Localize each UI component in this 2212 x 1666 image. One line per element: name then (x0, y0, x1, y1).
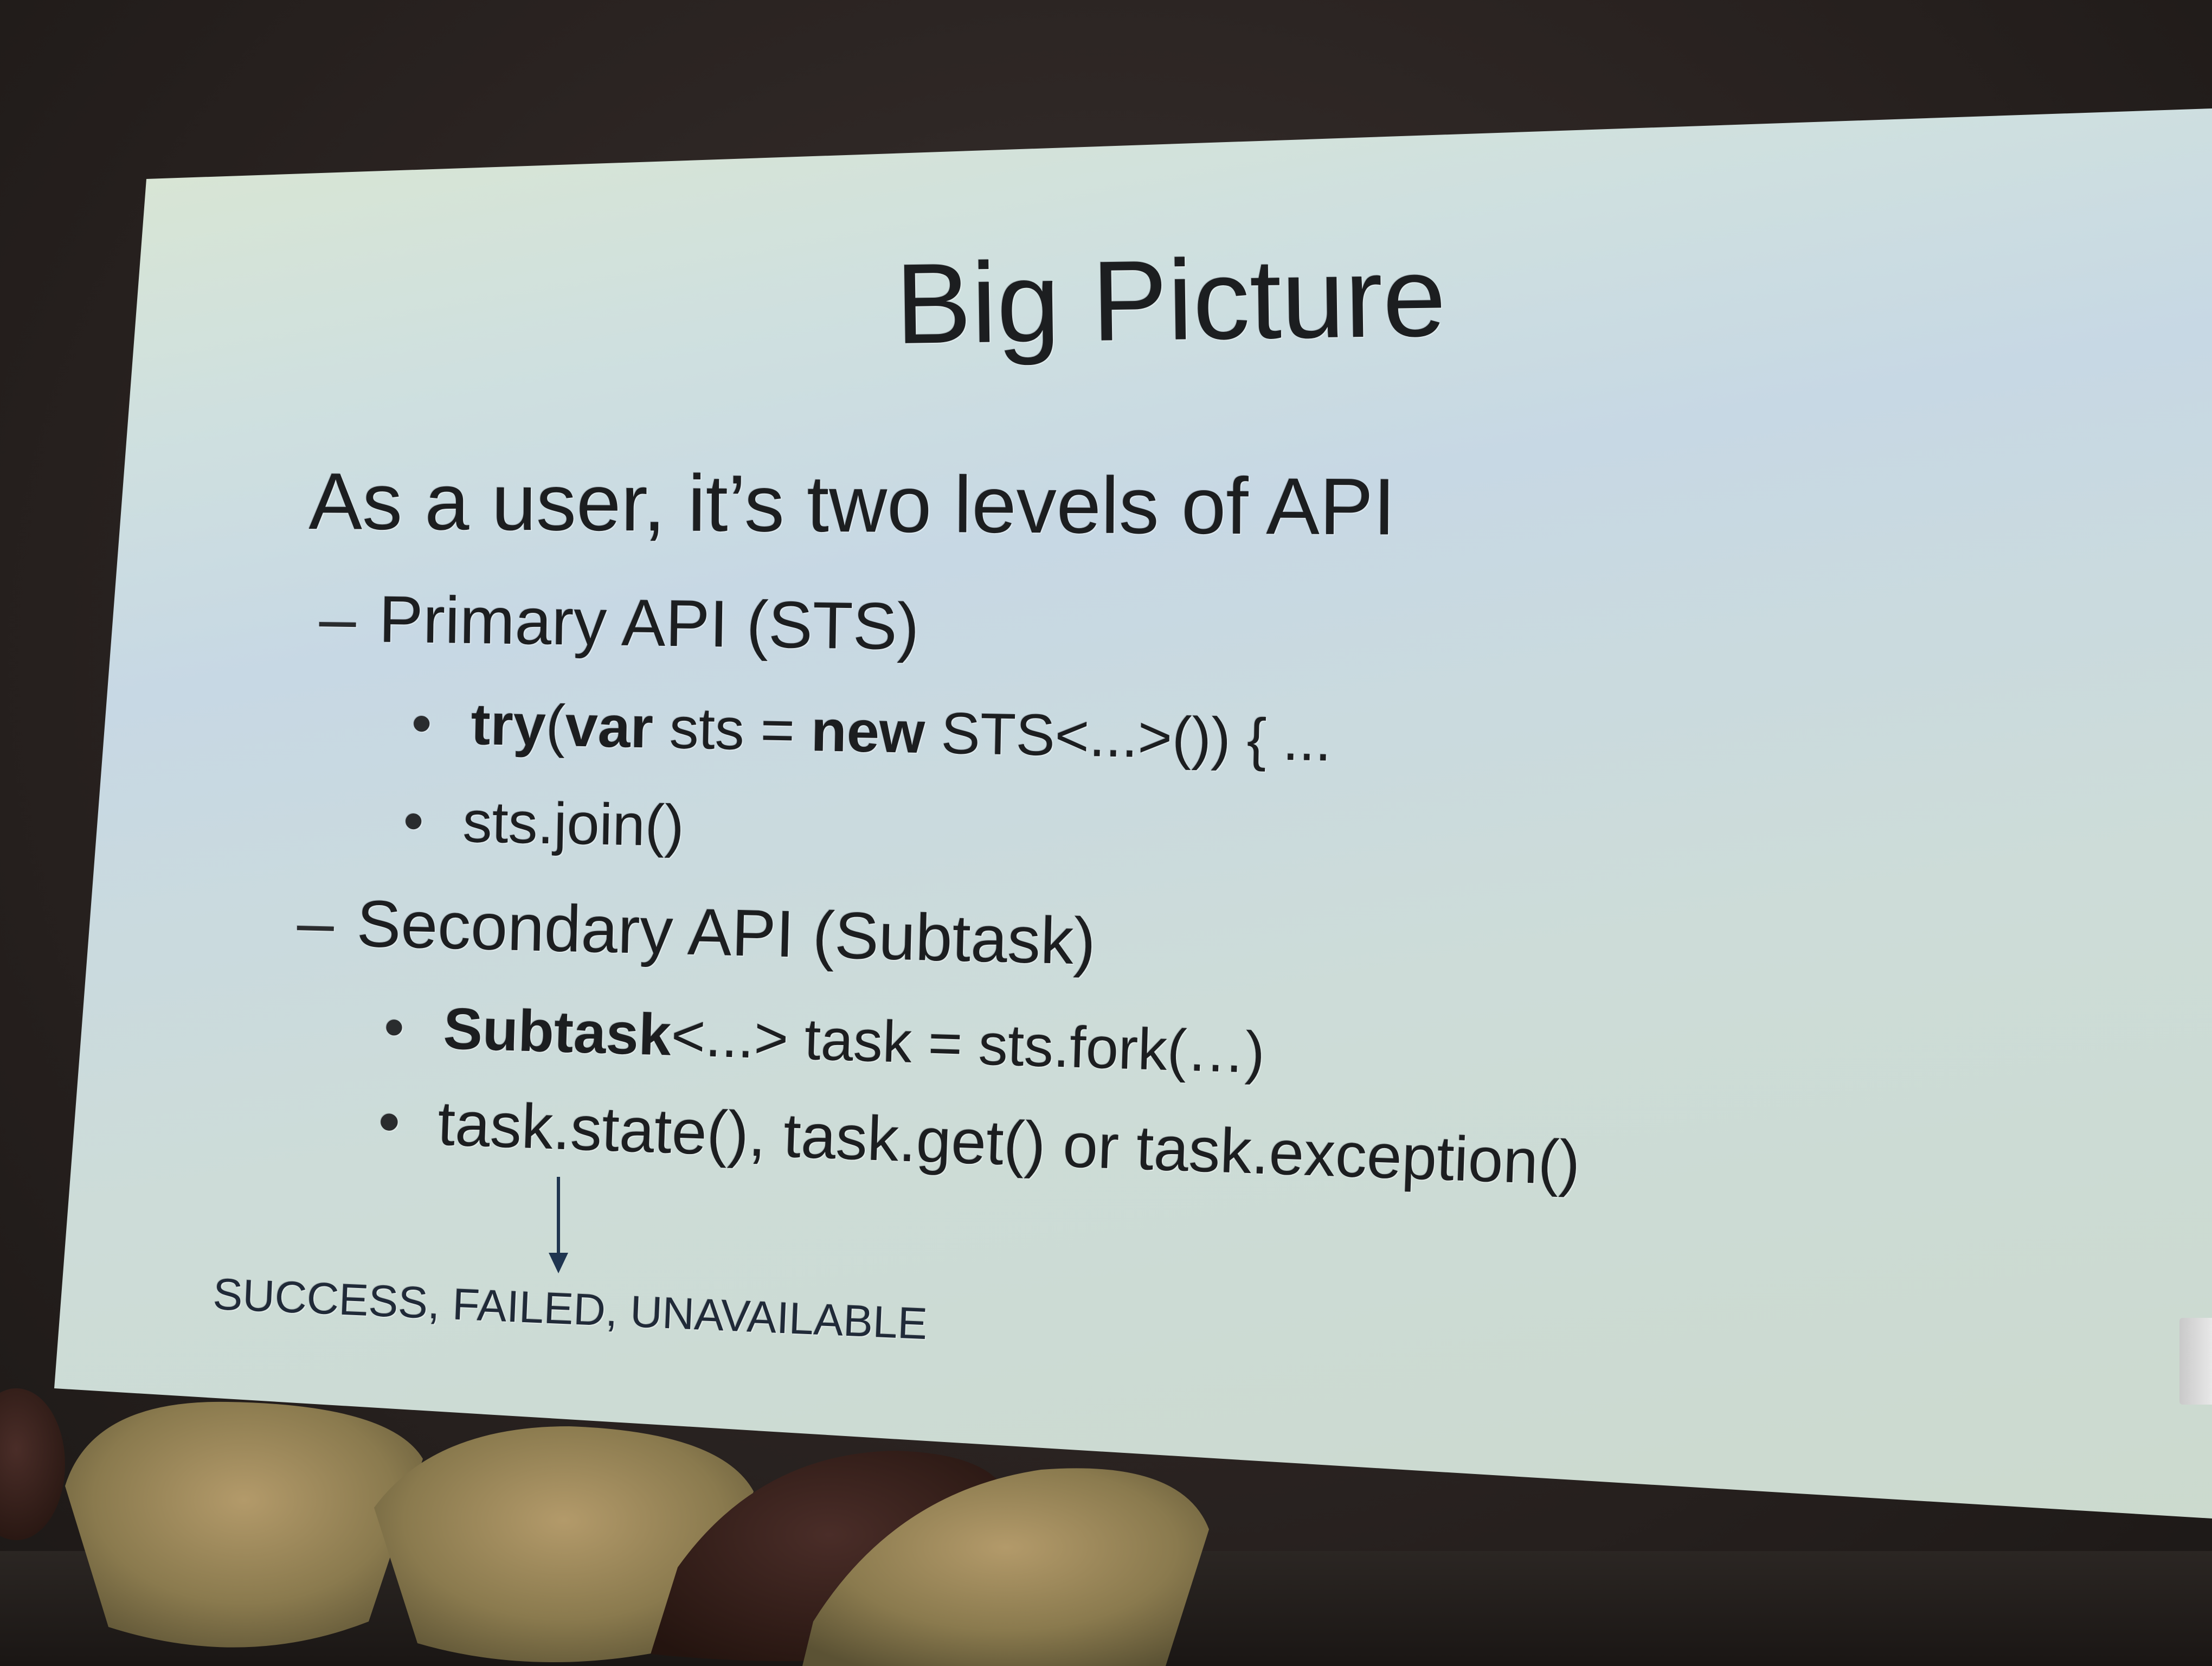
dash-marker: – (319, 581, 357, 656)
slide-subtitle: As a user, it’s two levels of API (308, 457, 1396, 552)
bullet-marker: • (410, 689, 433, 756)
try-with-resources-bullet: • try(var sts = new STS<...>()) { ... (411, 689, 1333, 774)
keyword-subtask: Subtask (442, 995, 672, 1068)
primary-api-label: Primary API (378, 582, 729, 661)
chair-1 (65, 1401, 423, 1648)
stage-chairs (0, 1388, 1209, 1666)
join-text: sts.join() (462, 789, 685, 858)
down-arrow-icon (549, 1177, 568, 1273)
subtask-fork-bullet: • Subtask<...> task = sts.fork(…) (383, 992, 1265, 1086)
open-paren: ( (545, 692, 566, 759)
keyword-try: try (470, 691, 546, 758)
keyword-var: var (564, 693, 654, 760)
bullet-marker: • (402, 787, 425, 854)
task-methods-text: task.state(), task.get() or task.excepti… (436, 1087, 1581, 1199)
slide-title: Big Picture (895, 232, 1447, 368)
keyword-new: new (810, 697, 926, 766)
join-bullet: • sts.join() (403, 786, 685, 860)
secondary-api-label: Secondary API (356, 886, 795, 971)
secondary-api-heading: – Secondary API (Subtask) (297, 884, 1097, 979)
secondary-api-paren: (Subtask) (812, 898, 1097, 978)
primary-api-paren: (STS) (745, 587, 920, 664)
bullet-marker: • (383, 993, 406, 1060)
chair-left-edge (0, 1388, 65, 1540)
dash-marker: – (296, 885, 335, 960)
subtask-rest: <...> task = sts.fork(…) (670, 1002, 1266, 1086)
bullet-marker: • (377, 1085, 402, 1157)
state-values-annotation: SUCCESS, FAILED, UNAVAILABLE (212, 1269, 929, 1349)
code-rest: STS<...>()) { ... (924, 700, 1333, 773)
code-mid: sts = (652, 694, 812, 764)
primary-api-heading: – Primary API (STS) (319, 580, 919, 664)
